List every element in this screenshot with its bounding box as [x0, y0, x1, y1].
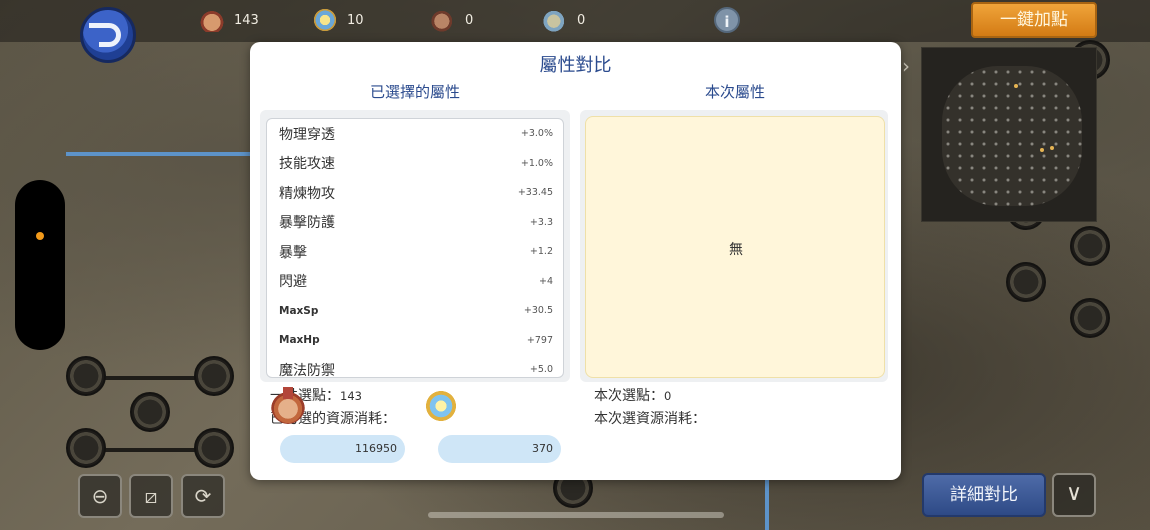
- expand-button[interactable]: ∨: [1052, 473, 1096, 517]
- skill-node-shield-icon[interactable]: [130, 392, 170, 432]
- zoom-out-button[interactable]: ⊖: [78, 474, 122, 518]
- dialog-title: 屬性對比: [539, 55, 612, 76]
- resource-crystal: 10: [313, 8, 364, 32]
- position-indicator-dot: [36, 232, 44, 240]
- resource-medal-value: 143: [234, 12, 259, 28]
- medal-icon: [200, 8, 224, 32]
- skill-node-shield-icon[interactable]: [194, 356, 234, 396]
- minimap-marker: [1014, 84, 1018, 88]
- resource-locked-crystal: 0: [543, 8, 585, 32]
- crystal-cost-value: 370: [532, 442, 553, 455]
- skill-node-locked-icon[interactable]: [194, 428, 234, 468]
- skill-node-shield-icon[interactable]: [1070, 226, 1110, 266]
- attribute-value: +33.45: [517, 187, 553, 199]
- rotate-tool-button[interactable]: ⟳: [181, 474, 225, 518]
- crystal-cost-pill: 370: [438, 435, 561, 463]
- skill-node-locked-icon[interactable]: [66, 428, 106, 468]
- attribute-row: 閃避 +4: [267, 267, 563, 297]
- resource-locked-medal: 0: [431, 8, 473, 32]
- attribute-name: 暴擊防護: [279, 215, 335, 232]
- side-scroll-handle[interactable]: [15, 180, 65, 350]
- slash-tool-button[interactable]: ⧄: [129, 474, 173, 518]
- attribute-list[interactable]: 物理穿透 +3.0% 技能攻速 +1.0% 精煉物攻 +33.45 暴擊防護 +…: [266, 118, 564, 378]
- skill-node-shield-icon[interactable]: [1070, 298, 1110, 338]
- locked-crystal-icon: [543, 8, 567, 32]
- attribute-name: 魔法防禦: [279, 362, 335, 378]
- attribute-value: +3.0%: [520, 128, 553, 140]
- attribute-row: 魔法防禦 +5.0: [267, 355, 563, 378]
- attribute-value: +30.5: [523, 305, 553, 317]
- skill-node-shield-icon[interactable]: [1006, 262, 1046, 302]
- attribute-value: +4: [538, 275, 553, 287]
- minimap-area: [942, 66, 1082, 206]
- medal-cost-pill: 116950: [280, 435, 405, 463]
- current-cost-label: 本次選資源消耗：: [594, 411, 706, 427]
- minimap-marker: [1050, 146, 1054, 150]
- current-attributes-box: 無: [585, 116, 885, 378]
- attribute-name: 物理穿透: [279, 126, 335, 143]
- chevron-down-icon: ∨: [1065, 481, 1083, 506]
- attribute-compare-dialog: 屬性對比 已選擇的屬性 本次屬性 物理穿透 +3.0% 技能攻速 +1.0% 精…: [250, 42, 901, 480]
- current-points-label: 本次選點：: [594, 388, 664, 404]
- attribute-row: 精煉物攻 +33.45: [267, 178, 563, 208]
- slash-icon: ⧄: [144, 484, 158, 508]
- attribute-name: 暴擊: [279, 244, 307, 261]
- attribute-value: +797: [526, 334, 553, 346]
- resource-locked-medal-value: 0: [465, 12, 474, 28]
- zoom-out-icon: ⊖: [91, 484, 109, 508]
- attribute-row: 物理穿透 +3.0%: [267, 119, 563, 149]
- home-indicator: [428, 512, 724, 518]
- attribute-value: +1.0%: [520, 157, 553, 169]
- attribute-name: 閃避: [279, 274, 307, 291]
- medal-cost-value: 116950: [355, 442, 397, 455]
- one-click-add-button[interactable]: 一鍵加點: [971, 2, 1097, 38]
- attribute-name: MaxHp: [279, 334, 320, 347]
- attribute-row: MaxSp +30.5: [267, 296, 563, 326]
- skill-path-line: [765, 480, 769, 530]
- current-attributes-panel: 無: [580, 110, 888, 382]
- back-button[interactable]: [80, 7, 136, 63]
- crystal-icon: [313, 8, 337, 32]
- attribute-row: 暴擊 +1.2: [267, 237, 563, 267]
- current-points-value: 0: [664, 389, 672, 403]
- total-points-value: 143: [340, 389, 362, 403]
- resource-medal: 143: [200, 8, 259, 32]
- attribute-name: 精煉物攻: [279, 185, 335, 202]
- attribute-name: 技能攻速: [279, 156, 335, 173]
- current-attributes-header: 本次屬性: [704, 83, 765, 101]
- attribute-row: 暴擊防護 +3.3: [267, 208, 563, 238]
- empty-state-text: 無: [729, 242, 743, 258]
- attribute-row: 技能攻速 +1.0%: [267, 149, 563, 179]
- rotate-icon: ⟳: [194, 484, 212, 508]
- detail-compare-button[interactable]: 詳細對比: [922, 473, 1046, 517]
- attribute-name: MaxSp: [279, 304, 319, 317]
- skill-path-line: [66, 152, 250, 156]
- attribute-row: MaxHp +797: [267, 326, 563, 356]
- minimap-marker: [1040, 148, 1044, 152]
- skill-node-shield-icon[interactable]: [66, 356, 106, 396]
- selected-attributes-header: 已選擇的屬性: [369, 83, 460, 101]
- chevron-right-icon[interactable]: ›: [902, 54, 910, 78]
- attribute-value: +3.3: [529, 216, 553, 228]
- back-arrow-icon: [89, 23, 121, 47]
- medal-icon: [271, 387, 305, 424]
- locked-medal-icon: [431, 8, 455, 32]
- resource-locked-crystal-value: 0: [577, 12, 586, 28]
- current-points-line: 本次選點：0: [594, 385, 671, 405]
- minimap[interactable]: [921, 47, 1097, 222]
- selected-attributes-panel: 物理穿透 +3.0% 技能攻速 +1.0% 精煉物攻 +33.45 暴擊防護 +…: [260, 110, 570, 382]
- info-icon[interactable]: i: [714, 7, 740, 33]
- resource-crystal-value: 10: [347, 12, 364, 28]
- attribute-value: +5.0: [529, 364, 553, 376]
- attribute-value: +1.2: [529, 246, 553, 258]
